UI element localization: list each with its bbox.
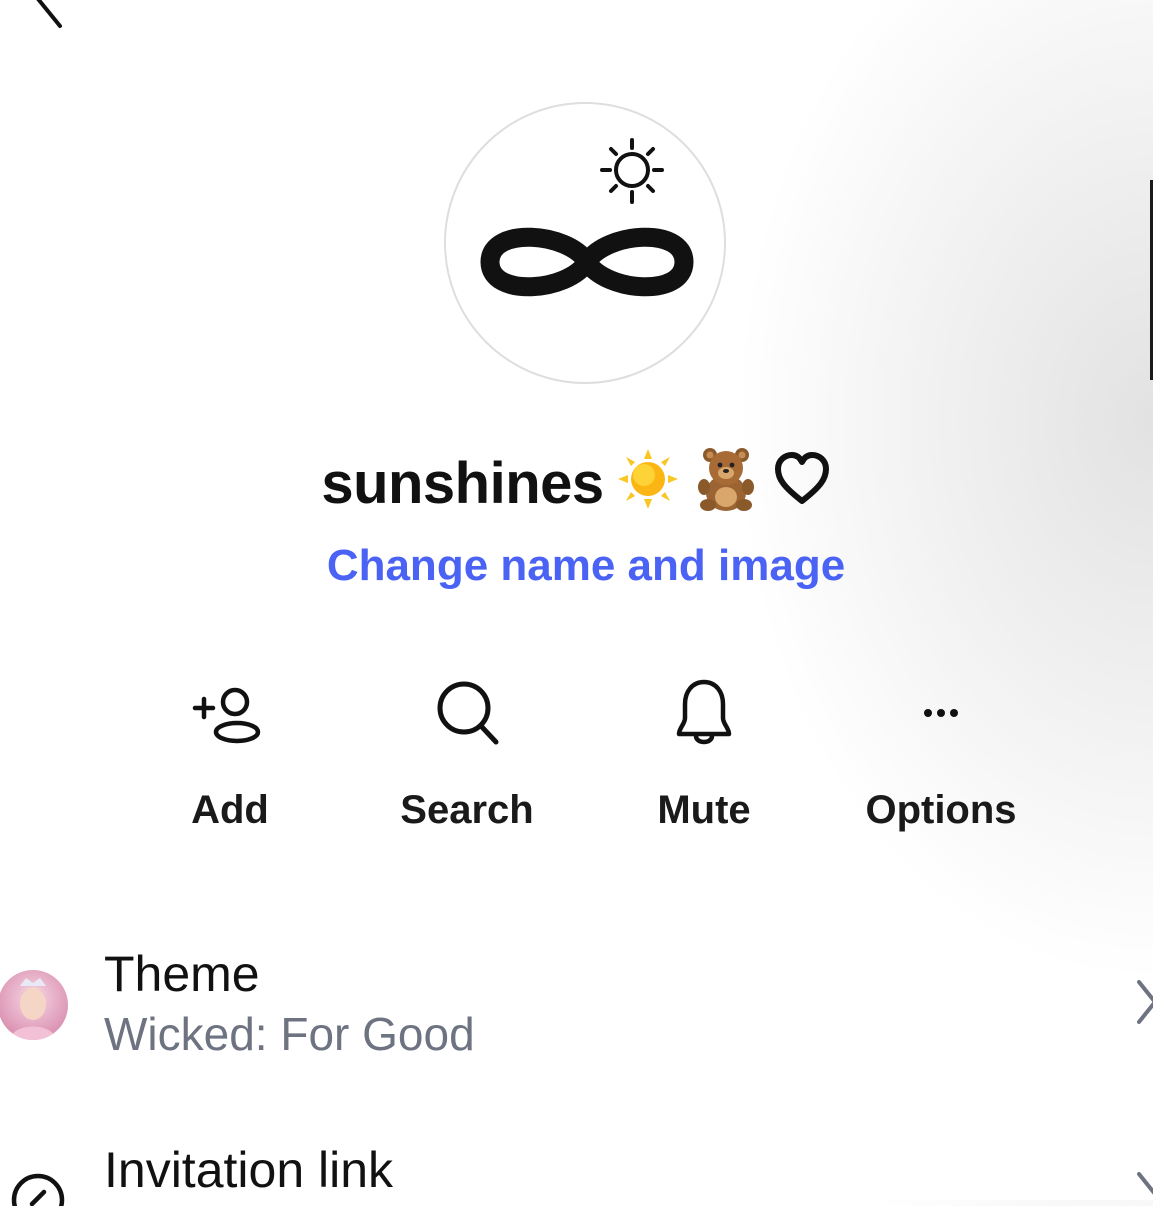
bell-icon <box>676 679 732 745</box>
mute-label: Mute <box>657 788 751 832</box>
theme-subtitle: Wicked: For Good <box>104 1008 475 1060</box>
more-dots-icon <box>924 709 958 717</box>
invitation-link-title: Invitation link <box>104 1142 394 1198</box>
options-button[interactable]: Options <box>841 670 1041 833</box>
chevron-right-icon <box>1137 980 1153 1024</box>
change-name-image-link[interactable]: Change name and image <box>0 538 1153 594</box>
options-label: Options <box>865 788 1017 832</box>
chevron-right-icon <box>1137 1172 1153 1195</box>
search-icon <box>437 681 499 745</box>
invitation-link-row[interactable]: Invitation link <box>0 1140 1153 1206</box>
group-name-text: sunshines <box>321 450 604 516</box>
add-button[interactable]: Add <box>130 670 330 833</box>
search-label: Search <box>400 788 534 832</box>
group-avatar[interactable] <box>444 102 726 384</box>
infinity-sun-icon <box>480 138 694 297</box>
teddy-bear-emoji <box>692 445 760 530</box>
add-person-icon <box>192 687 261 744</box>
chevron-left-icon <box>36 0 62 28</box>
theme-title: Theme <box>104 946 260 1002</box>
group-name: sunshines <box>0 445 1153 530</box>
sun-emoji <box>616 447 680 528</box>
link-icon <box>11 1173 65 1206</box>
theme-thumbnail <box>0 970 68 1040</box>
add-label: Add <box>191 788 269 832</box>
theme-row[interactable]: Theme Wicked: For Good <box>0 944 1153 1074</box>
mute-button[interactable]: Mute <box>604 670 804 833</box>
back-button[interactable] <box>14 0 74 30</box>
heart-outline-icon <box>772 449 832 526</box>
search-button[interactable]: Search <box>367 670 567 833</box>
